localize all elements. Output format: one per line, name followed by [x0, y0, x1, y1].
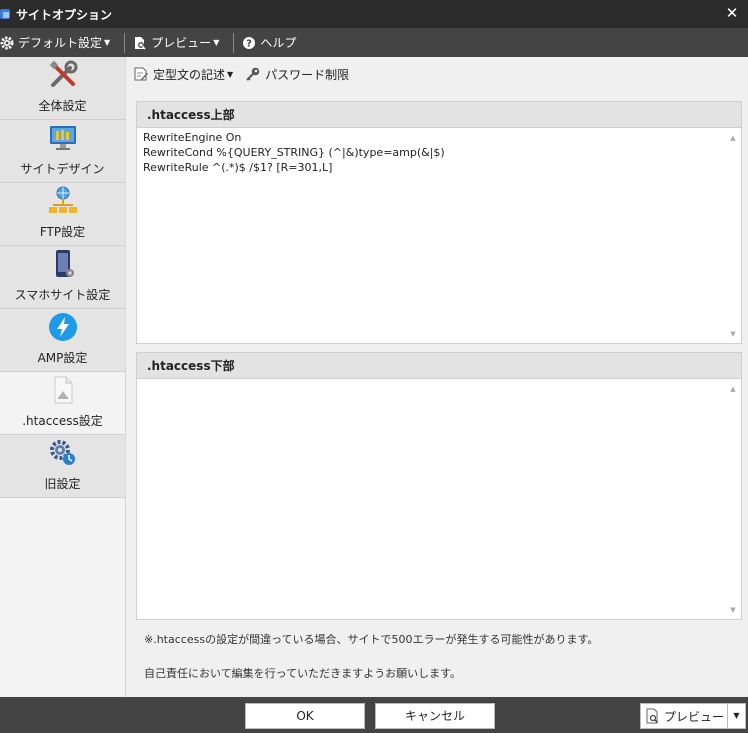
menu-preview-label: プレビュー [151, 36, 212, 50]
responsibility-note: 自己責任において編集を行っていただきますようお願いします。 [144, 667, 462, 680]
smartphone-icon [47, 248, 79, 280]
menu-help[interactable]: ? ヘルプ [242, 28, 302, 57]
sidebar: 全体設定 サイトデザイン FTP設定 スマホサイト設定 AMP設定 .htacc… [0, 57, 126, 697]
preview-split-button: プレビュー ▼ [640, 703, 746, 729]
preview-page-icon [646, 708, 658, 724]
sidebar-item-amp[interactable]: AMP設定 [0, 309, 125, 372]
document-icon [47, 374, 79, 406]
preview-page-icon [135, 36, 146, 50]
upper-scrollbar[interactable]: ▲ ▼ [725, 129, 741, 343]
sidebar-item-smartphone[interactable]: スマホサイト設定 [0, 246, 125, 309]
chevron-down-icon: ▼ [733, 711, 740, 720]
chevron-down-icon: ▼ [104, 38, 111, 47]
preview-button-label: プレビュー [663, 709, 724, 724]
title-bar: サイトオプション ✕ [0, 0, 748, 28]
scroll-up-arrow-icon[interactable]: ▲ [725, 131, 741, 145]
htaccess-upper-textarea[interactable] [137, 128, 725, 342]
scroll-up-arrow-icon[interactable]: ▲ [725, 382, 741, 396]
help-icon: ? [243, 36, 256, 49]
template-text-button[interactable]: 定型文の記述 ▼ [133, 66, 233, 83]
chevron-down-icon: ▼ [227, 69, 234, 79]
gears-icon [47, 437, 79, 469]
sidebar-item-legacy[interactable]: 旧設定 [0, 435, 125, 498]
lower-scrollbar[interactable]: ▲ ▼ [725, 380, 741, 619]
svg-text:?: ? [246, 38, 252, 49]
scroll-down-arrow-icon[interactable]: ▼ [725, 603, 741, 617]
sidebar-item-label: FTP設定 [39, 225, 86, 239]
preview-dropdown-button[interactable]: ▼ [728, 703, 746, 729]
network-icon [47, 185, 79, 217]
menu-bar: デフォルト設定 ▼ プレビュー ▼ ? ヘルプ [0, 28, 748, 57]
htaccess-lower-title: .htaccess下部 [137, 353, 741, 379]
sidebar-item-label: サイトデザイン [20, 162, 105, 176]
password-restriction-button[interactable]: パスワード制限 [245, 66, 349, 83]
cancel-button[interactable]: キャンセル [375, 703, 495, 729]
edit-document-icon [134, 67, 148, 81]
sidebar-item-general[interactable]: 全体設定 [0, 57, 125, 120]
chevron-down-icon: ▼ [213, 38, 220, 47]
sidebar-item-label: 旧設定 [44, 477, 81, 491]
menu-separator [124, 32, 126, 53]
ok-button[interactable]: OK [245, 703, 365, 729]
warning-note: ※.htaccessの設定が間違っている場合、サイトで500エラーが発生する可能… [144, 633, 599, 646]
amp-bolt-icon [47, 311, 79, 343]
htaccess-lower-panel: .htaccess下部 ▲ ▼ [136, 352, 742, 620]
password-restriction-label: パスワード制限 [265, 67, 350, 82]
sidebar-item-label: AMP設定 [37, 351, 88, 365]
tools-icon [47, 59, 79, 91]
htaccess-lower-textarea[interactable] [137, 379, 725, 618]
htaccess-upper-title: .htaccess上部 [137, 102, 741, 128]
dialog-footer: OK キャンセル プレビュー ▼ [0, 697, 748, 733]
menu-help-label: ヘルプ [260, 36, 297, 50]
window-title: サイトオプション [16, 7, 113, 22]
sidebar-item-label: .htaccess設定 [22, 414, 103, 428]
main-content: .htaccess上部 ▲ ▼ .htaccess下部 ▲ ▼ ※.htacce… [126, 91, 748, 697]
menu-separator [233, 32, 235, 53]
close-button[interactable]: ✕ [724, 5, 740, 21]
sidebar-item-htaccess[interactable]: .htaccess設定 [0, 372, 125, 435]
sidebar-item-label: 全体設定 [38, 99, 87, 113]
scroll-down-arrow-icon[interactable]: ▼ [725, 327, 741, 341]
preview-button[interactable]: プレビュー [640, 703, 728, 729]
key-icon [246, 67, 260, 81]
template-text-label: 定型文の記述 [153, 67, 226, 82]
menu-default-settings-label: デフォルト設定 [18, 36, 103, 50]
app-icon [0, 9, 10, 19]
menu-preview[interactable]: プレビュー ▼ [133, 28, 225, 57]
sidebar-item-ftp[interactable]: FTP設定 [0, 183, 125, 246]
content-toolbar: 定型文の記述 ▼ パスワード制限 [126, 57, 748, 91]
menu-default-settings[interactable]: デフォルト設定 ▼ [0, 28, 116, 57]
sidebar-item-label: スマホサイト設定 [14, 288, 111, 302]
monitor-icon [47, 122, 79, 154]
htaccess-upper-panel: .htaccess上部 ▲ ▼ [136, 101, 742, 344]
sidebar-item-site-design[interactable]: サイトデザイン [0, 120, 125, 183]
gear-icon [0, 36, 14, 49]
